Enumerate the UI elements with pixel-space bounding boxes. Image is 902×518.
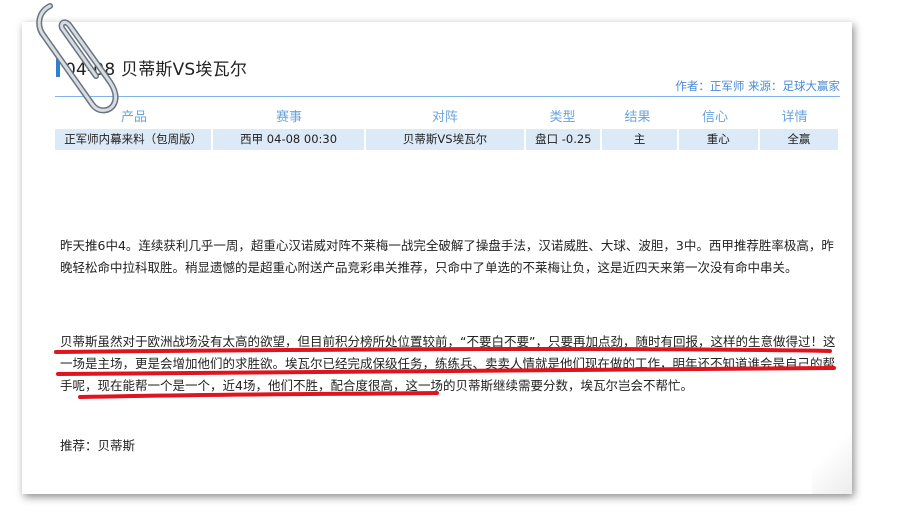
paperclip-icon [36,3,119,114]
underline-2 [56,366,836,376]
underline-1 [54,347,832,354]
underline-3 [78,391,439,399]
red-underline-marks [54,347,836,399]
